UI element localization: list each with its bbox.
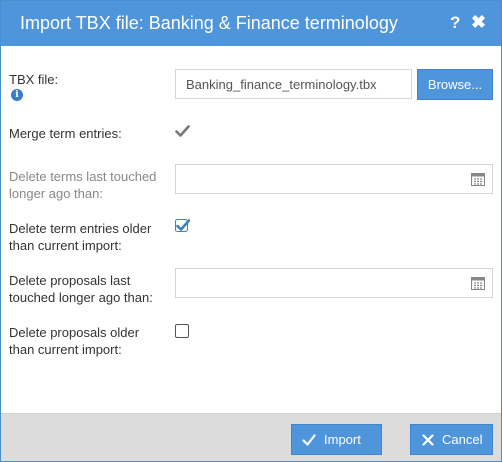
import-button[interactable]: Import [291, 424, 382, 455]
import-tbx-dialog: Import TBX file: Banking & Finance termi… [0, 0, 502, 462]
check-icon [302, 434, 316, 446]
dialog-title: Import TBX file: Banking & Finance termi… [20, 13, 398, 33]
info-icon[interactable]: i [11, 89, 23, 101]
close-icon[interactable]: ✖ [471, 12, 486, 33]
cancel-button-label: Cancel [442, 432, 483, 447]
merge-term-entries-checkbox [175, 124, 190, 138]
delete-proposals-older-line1: Delete proposals older [9, 325, 140, 340]
dialog-titlebar: Import TBX file: Banking & Finance termi… [1, 1, 501, 46]
checkmark-icon [175, 125, 190, 137]
delete-proposals-line2: touched longer ago than: [9, 290, 153, 305]
delete-entries-older-checkbox[interactable] [175, 219, 191, 233]
delete-proposals-older-label: Delete proposals older than current impo… [9, 324, 139, 358]
tbx-file-field[interactable]: Banking_finance_terminology.tbx [175, 69, 412, 99]
cancel-button[interactable]: Cancel [410, 424, 493, 455]
help-icon[interactable]: ? [450, 13, 460, 33]
delete-terms-label: Delete terms last touched longer ago tha… [9, 168, 156, 202]
delete-proposals-older-line2: than current import: [9, 342, 122, 357]
merge-term-entries-label: Merge term entries: [9, 126, 122, 141]
delete-terms-label-line1: Delete terms last touched [9, 169, 157, 184]
checkmark-icon [175, 219, 191, 232]
calendar-icon[interactable] [471, 172, 485, 186]
delete-terms-label-line2: longer ago than: [9, 186, 103, 201]
calendar-icon[interactable] [471, 276, 485, 290]
delete-entries-older-line1: Delete term entries older [9, 221, 152, 236]
delete-terms-date-field[interactable] [175, 164, 493, 194]
delete-proposals-older-checkbox[interactable] [175, 324, 189, 338]
close-icon [422, 434, 434, 446]
dialog-footer: Import Cancel [1, 413, 501, 461]
delete-entries-older-line2: than current import: [9, 238, 122, 253]
delete-proposals-line1: Delete proposals last [9, 273, 131, 288]
delete-entries-older-label: Delete term entries older than current i… [9, 220, 151, 254]
delete-proposals-label: Delete proposals last touched longer ago… [9, 272, 153, 306]
import-button-label: Import [324, 432, 361, 447]
browse-button[interactable]: Browse... [417, 69, 493, 100]
delete-proposals-date-field[interactable] [175, 268, 493, 298]
tbx-file-label: TBX file: [9, 72, 59, 87]
